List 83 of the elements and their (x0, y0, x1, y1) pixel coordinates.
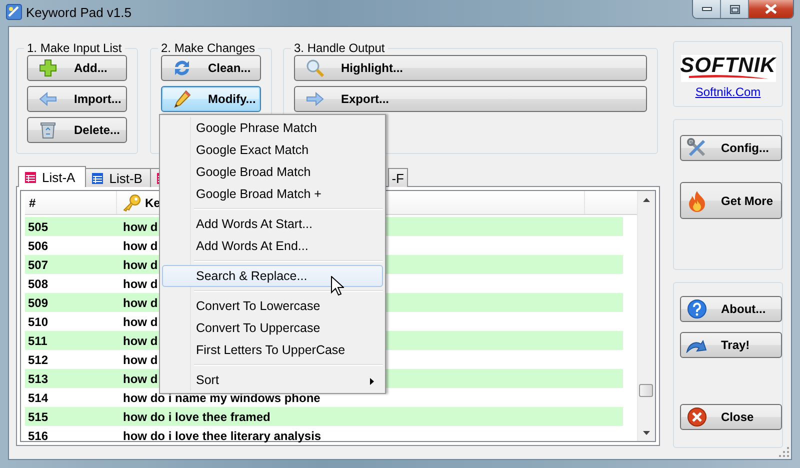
scroll-down-icon[interactable] (643, 431, 650, 435)
action-button[interactable]: Import... (27, 86, 127, 112)
keyword-cell: how d (123, 258, 158, 272)
group-title: 2. Make Changes (160, 41, 256, 55)
row-number: 516 (27, 428, 50, 442)
row-number: 505 (27, 220, 50, 234)
app-icon (6, 4, 22, 20)
row-number: 514 (27, 390, 50, 404)
row-number: 511 (27, 334, 48, 348)
arrow-left-icon (39, 92, 57, 106)
row-number: 506 (27, 238, 50, 252)
close-icon (687, 407, 707, 427)
keyword-cell: how d (123, 352, 158, 366)
keyword-cell: how do i love thee literary analysis (123, 428, 322, 442)
keyword-cell: how d (123, 220, 158, 234)
keyword-cell: how d (123, 334, 158, 348)
group-title: 1. Make Input List (26, 41, 123, 55)
minimize-button[interactable] (693, 0, 720, 18)
menu-item[interactable]: Add Words At Start... (162, 213, 383, 235)
refresh-icon (173, 59, 191, 77)
action-button[interactable]: Highlight... (294, 55, 647, 81)
tab[interactable]: List-B (85, 168, 152, 187)
tab[interactable]: -F (388, 168, 408, 187)
side-button[interactable]: Config... (680, 135, 782, 161)
key-icon (123, 194, 141, 212)
keyword-cell: how d (123, 238, 158, 252)
close-icon (765, 4, 777, 14)
pencil-icon (173, 90, 191, 108)
action-button[interactable]: Add... (27, 55, 127, 81)
logo: SOFTNIK (680, 55, 776, 82)
menu-item[interactable]: Google Broad Match (162, 161, 383, 183)
scroll-thumb[interactable] (639, 384, 653, 397)
plus-icon (39, 59, 57, 77)
submenu-arrow-icon (370, 378, 374, 385)
menu-item[interactable]: First Letters To UpperCase (162, 339, 383, 361)
maximize-button[interactable] (720, 0, 748, 18)
row-number: 515 (27, 410, 50, 424)
row-number: 508 (27, 276, 50, 290)
keyword-cell: how d (123, 314, 158, 328)
curved-arrow-icon (686, 337, 708, 353)
row-number: 509 (27, 296, 50, 310)
menu-item[interactable]: Google Phrase Match (162, 117, 383, 139)
keyword-cell: how d (123, 372, 158, 386)
minimize-icon (702, 7, 712, 11)
group-title: 3. Handle Output (293, 41, 386, 55)
action-button[interactable]: Export... (294, 86, 647, 112)
menu-item[interactable]: Google Exact Match (162, 139, 383, 161)
side-button[interactable]: Get More (680, 182, 782, 219)
recycle-bin-icon (40, 121, 56, 139)
menu-item[interactable]: Google Broad Match + (162, 183, 383, 205)
tab[interactable]: List-A (18, 166, 86, 187)
action-button[interactable]: Modify... (161, 86, 261, 112)
close-window-button[interactable] (748, 0, 793, 18)
column-header: Ke (145, 196, 160, 210)
help-icon (687, 299, 707, 319)
menu-item[interactable]: Search & Replace... (162, 265, 383, 287)
magnifier-icon (306, 59, 324, 77)
keyword-cell: how do i love thee framed (123, 410, 270, 424)
menu-item[interactable]: Sort (162, 369, 383, 391)
menu-item[interactable]: Convert To Lowercase (162, 295, 383, 317)
keyword-cell: how d (123, 296, 158, 310)
scrollbar[interactable] (637, 191, 655, 441)
menu-item[interactable]: Convert To Uppercase (162, 317, 383, 339)
action-button[interactable]: Clean... (161, 55, 261, 81)
column-header: # (25, 191, 117, 214)
window-title: Keyword Pad v1.5 (26, 5, 132, 20)
resize-grip-icon[interactable] (779, 447, 789, 457)
arrow-right-icon (306, 92, 324, 106)
row-number: 513 (27, 372, 50, 386)
scroll-up-icon[interactable] (643, 198, 650, 202)
row-number: 512 (27, 352, 50, 366)
website-link[interactable]: Softnik.Com (695, 85, 761, 99)
row-number: 510 (27, 314, 50, 328)
action-button[interactable]: Delete... (27, 117, 127, 143)
flame-icon (687, 190, 707, 212)
keyword-cell: how d (123, 276, 158, 290)
side-button[interactable]: Tray! (680, 332, 782, 358)
row-number: 507 (27, 258, 50, 272)
tools-icon (687, 138, 707, 158)
side-button[interactable]: About... (680, 296, 782, 322)
side-button[interactable]: Close (680, 404, 782, 430)
menu-item[interactable]: Add Words At End... (162, 235, 383, 257)
maximize-icon (730, 4, 740, 14)
